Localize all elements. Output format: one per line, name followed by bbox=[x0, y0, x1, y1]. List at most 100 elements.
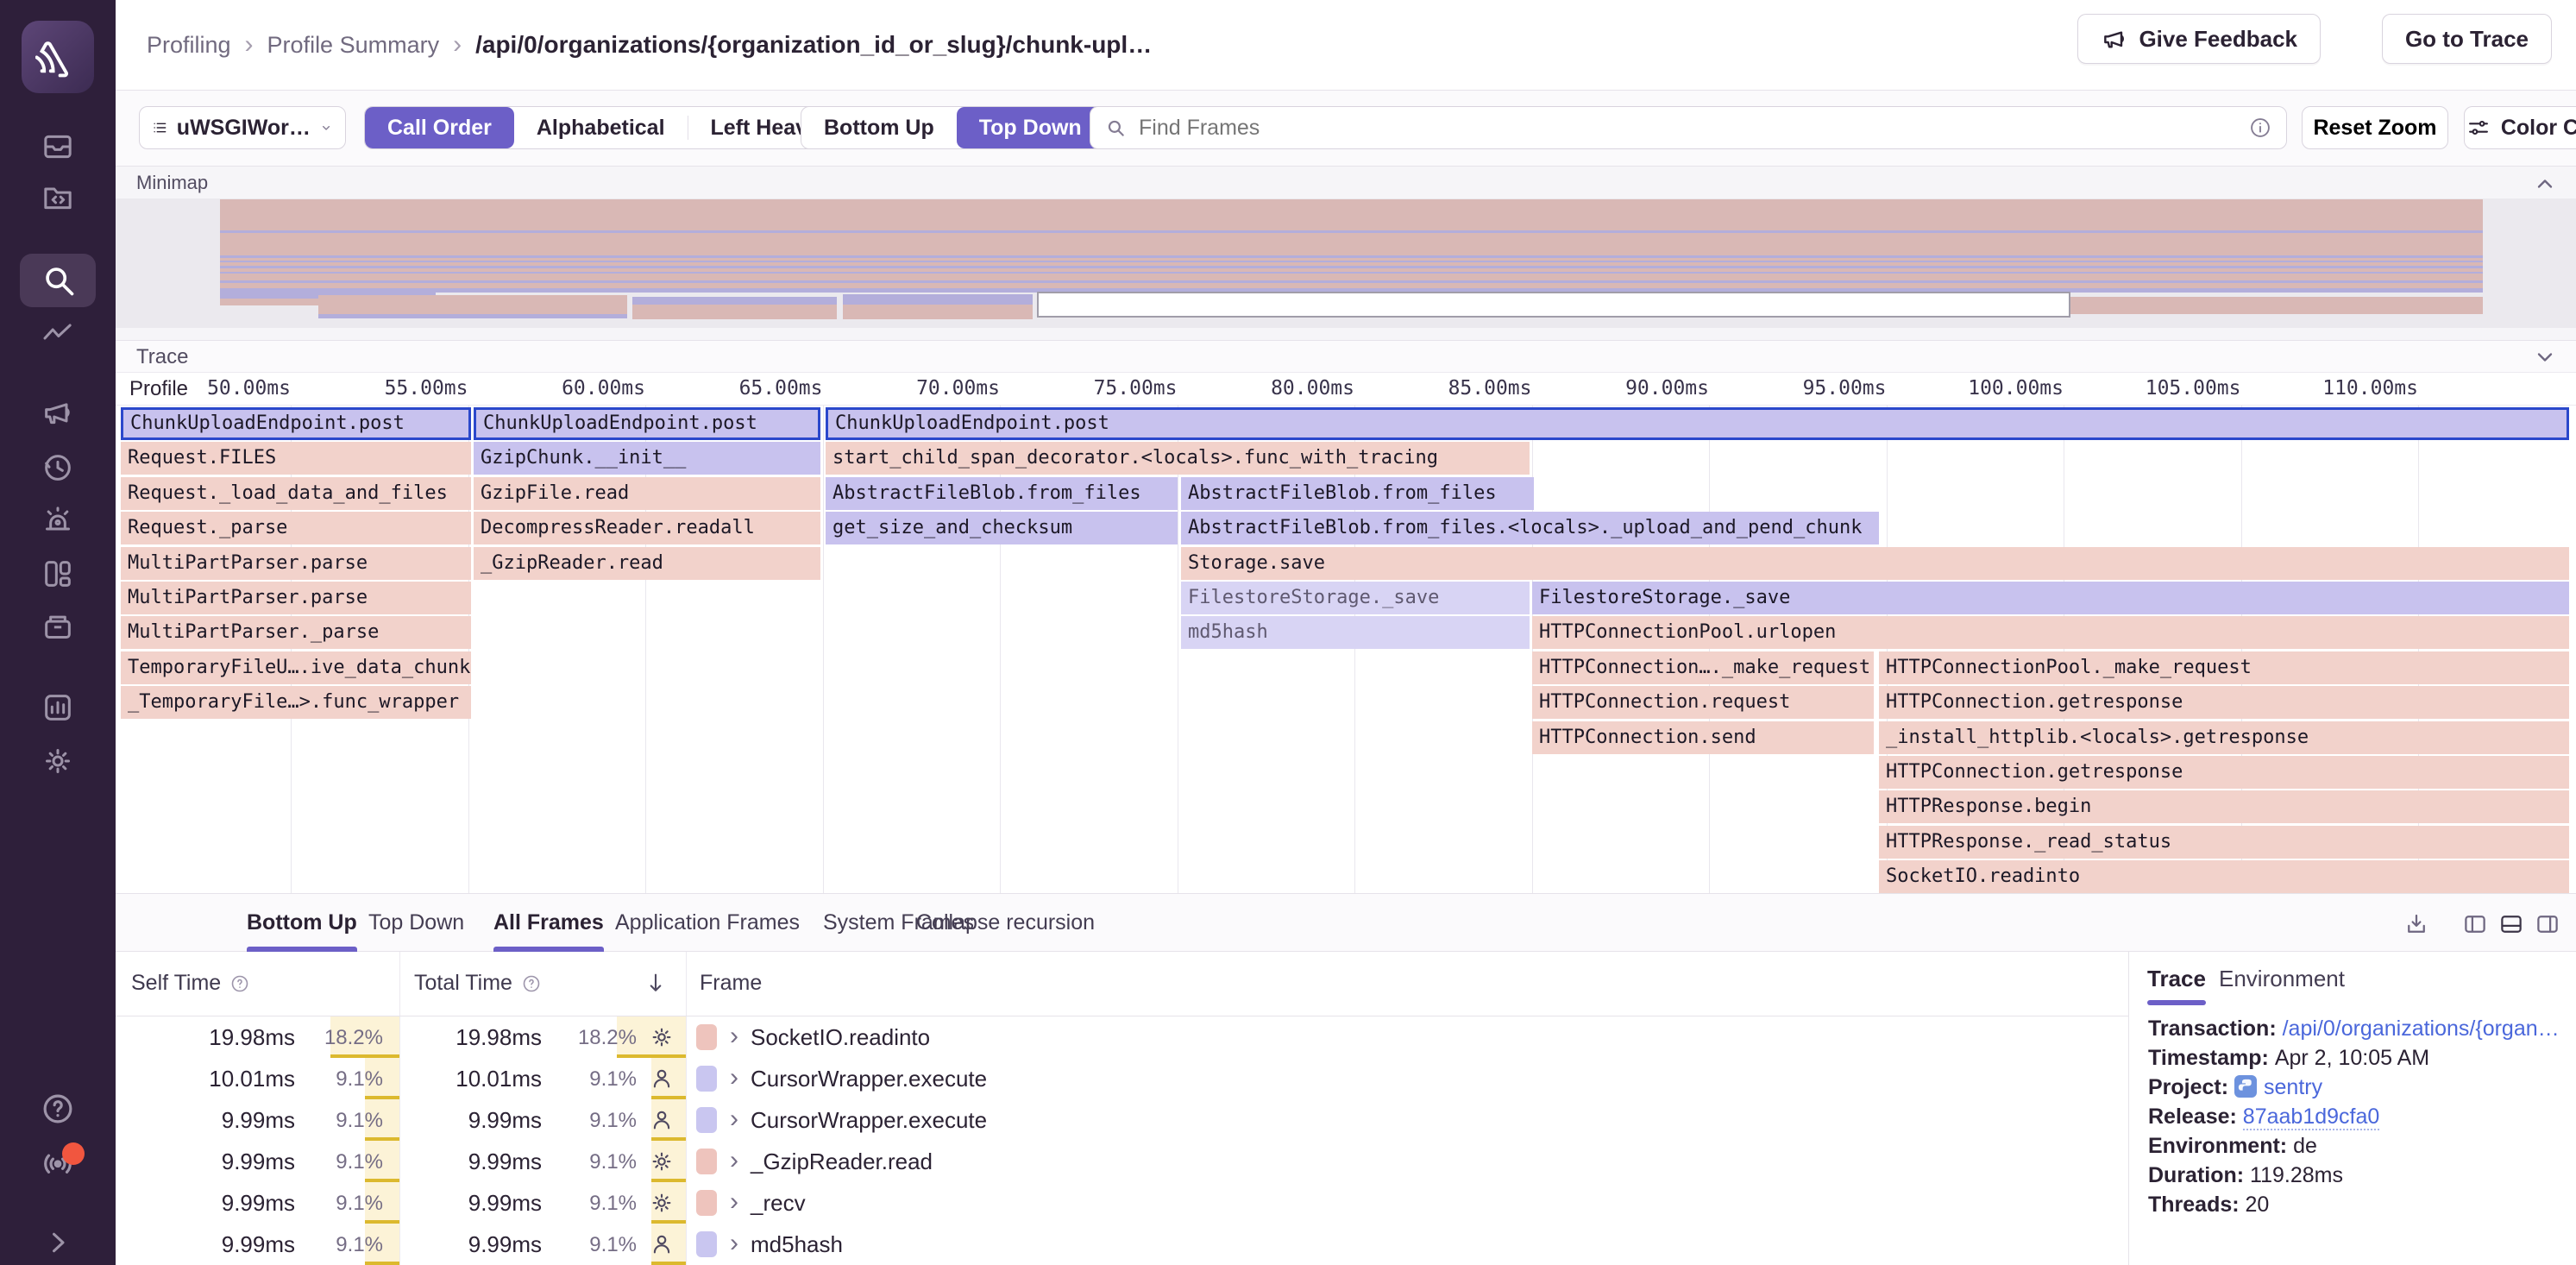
table-row[interactable]: 9.99ms9.1%9.99ms9.1%›md5hash bbox=[116, 1224, 2128, 1265]
flame-frame[interactable]: HTTPResponse.begin bbox=[1879, 790, 2569, 823]
flame-frame[interactable]: GzipChunk.__init__ bbox=[474, 442, 820, 475]
expand-chevron-icon[interactable]: › bbox=[730, 1022, 738, 1051]
breadcrumb-profile-summary[interactable]: Profile Summary bbox=[267, 32, 440, 59]
sort-alphabetical[interactable]: Alphabetical bbox=[514, 107, 688, 148]
sidebar-item-alerts[interactable] bbox=[0, 503, 116, 538]
give-feedback-button[interactable]: Give Feedback bbox=[2077, 14, 2321, 64]
flame-frame[interactable]: TemporaryFileU….ive_data_chunk bbox=[121, 651, 471, 684]
sidebar-item-issues[interactable] bbox=[0, 129, 116, 164]
tab-top-down[interactable]: Top Down bbox=[368, 894, 464, 952]
collapse-recursion-label[interactable]: Collapse recursion bbox=[916, 894, 1095, 952]
sort-descending-icon[interactable] bbox=[644, 971, 668, 995]
flame-frame[interactable]: Request._parse bbox=[121, 512, 471, 544]
dock-bottom-icon[interactable] bbox=[2498, 911, 2524, 937]
flame-frame[interactable]: start_child_span_decorator.<locals>.func… bbox=[826, 442, 1530, 475]
expand-sidebar-chevron-icon[interactable] bbox=[0, 1227, 116, 1258]
expand-chevron-icon[interactable]: › bbox=[730, 1187, 738, 1217]
sentry-logo-icon[interactable] bbox=[22, 21, 94, 93]
sidebar-item-explore[interactable] bbox=[0, 180, 116, 215]
self-time-header[interactable]: Self Time bbox=[131, 971, 250, 996]
table-row[interactable]: 19.98ms18.2%19.98ms18.2%›SocketIO.readin… bbox=[116, 1016, 2128, 1058]
flame-frame[interactable]: SocketIO.readinto bbox=[1879, 860, 2569, 893]
expand-chevron-icon[interactable]: › bbox=[730, 1063, 738, 1092]
search-input[interactable] bbox=[1137, 115, 2238, 142]
total-time-header[interactable]: Total Time bbox=[414, 971, 542, 996]
flame-frame[interactable]: HTTPConnection.getresponse bbox=[1879, 686, 2569, 719]
go-to-trace-button[interactable]: Go to Trace bbox=[2382, 14, 2552, 64]
dock-left-icon[interactable] bbox=[2462, 911, 2488, 937]
flame-frame[interactable]: ChunkUploadEndpoint.post bbox=[474, 407, 820, 440]
table-row[interactable]: 10.01ms9.1%10.01ms9.1%›CursorWrapper.exe… bbox=[116, 1058, 2128, 1099]
sidebar-item-feedback[interactable] bbox=[0, 395, 116, 430]
flame-frame[interactable]: md5hash bbox=[1181, 616, 1530, 649]
flame-frame[interactable]: MultiPartParser._parse bbox=[121, 616, 471, 649]
export-download-icon[interactable] bbox=[2403, 911, 2429, 937]
flame-frame[interactable]: AbstractFileBlob.from_files.<locals>._up… bbox=[1181, 512, 1879, 544]
direction-top-down[interactable]: Top Down bbox=[957, 107, 1104, 148]
flame-frame[interactable]: HTTPConnection.getresponse bbox=[1879, 756, 2569, 789]
detail-value[interactable]: sentry bbox=[2264, 1075, 2322, 1099]
detail-value[interactable]: /api/0/organizations/{organ… bbox=[2283, 1016, 2560, 1041]
thread-selector-dropdown[interactable]: uWSGIWor… bbox=[139, 106, 346, 149]
breadcrumb-profiling[interactable]: Profiling bbox=[147, 32, 231, 59]
flame-frame[interactable]: HTTPResponse._read_status bbox=[1879, 826, 2569, 859]
details-tab-environment[interactable]: Environment bbox=[2219, 952, 2345, 1005]
help-icon[interactable] bbox=[0, 1091, 116, 1127]
flame-frame[interactable]: AbstractFileBlob.from_files bbox=[826, 477, 1178, 510]
sidebar-item-stats[interactable] bbox=[0, 690, 116, 725]
table-row[interactable]: 9.99ms9.1%9.99ms9.1%›_GzipReader.read bbox=[116, 1141, 2128, 1182]
sort-call-order[interactable]: Call Order bbox=[365, 107, 514, 148]
flamegraph[interactable]: ChunkUploadEndpoint.postChunkUploadEndpo… bbox=[116, 406, 2576, 893]
sidebar-item-traces[interactable] bbox=[0, 317, 116, 351]
detail-value[interactable]: 87aab1d9cfa0 bbox=[2243, 1105, 2379, 1130]
sidebar-item-profiling-search[interactable] bbox=[0, 261, 116, 299]
sidebar-item-settings[interactable] bbox=[0, 744, 116, 778]
sidebar-item-replays[interactable] bbox=[0, 450, 116, 485]
minimap-canvas[interactable] bbox=[116, 198, 2576, 328]
flame-frame[interactable]: Request.FILES bbox=[121, 442, 471, 475]
flame-frame[interactable]: MultiPartParser.parse bbox=[121, 582, 471, 614]
flame-frame[interactable]: MultiPartParser.parse bbox=[121, 547, 471, 580]
whats-new-broadcast-icon[interactable] bbox=[0, 1144, 116, 1180]
trace-section-header[interactable]: Trace bbox=[116, 340, 2576, 373]
flame-frame[interactable]: ChunkUploadEndpoint.post bbox=[121, 407, 471, 440]
chevron-up-icon[interactable] bbox=[2533, 172, 2557, 196]
find-frames-search[interactable] bbox=[1090, 106, 2287, 149]
minimap-viewport[interactable] bbox=[1037, 292, 2070, 318]
direction-bottom-up[interactable]: Bottom Up bbox=[801, 107, 957, 148]
flame-frame[interactable]: AbstractFileBlob.from_files bbox=[1181, 477, 1534, 510]
tab-application-frames[interactable]: Application Frames bbox=[615, 894, 800, 952]
expand-chevron-icon[interactable]: › bbox=[730, 1229, 738, 1258]
info-icon[interactable] bbox=[2248, 116, 2272, 140]
expand-chevron-icon[interactable]: › bbox=[730, 1146, 738, 1175]
details-tab-trace[interactable]: Trace bbox=[2147, 952, 2206, 1005]
table-row[interactable]: 9.99ms9.1%9.99ms9.1%›CursorWrapper.execu… bbox=[116, 1099, 2128, 1141]
minimap-header[interactable]: Minimap bbox=[116, 166, 2576, 198]
dock-right-icon[interactable] bbox=[2535, 911, 2560, 937]
flame-frame[interactable]: HTTPConnectionPool.urlopen bbox=[1532, 616, 2569, 649]
flame-frame[interactable]: _TemporaryFile…>.func_wrapper bbox=[121, 686, 471, 719]
flame-frame[interactable]: get_size_and_checksum bbox=[826, 512, 1178, 544]
flame-frame[interactable]: GzipFile.read bbox=[474, 477, 820, 510]
flame-frame[interactable]: Request._load_data_and_files bbox=[121, 477, 471, 510]
flame-frame[interactable]: _GzipReader.read bbox=[474, 547, 820, 580]
flame-frame[interactable]: HTTPConnection.send bbox=[1532, 721, 1874, 754]
sidebar-item-dashboards[interactable] bbox=[0, 557, 116, 591]
flame-frame[interactable]: FilestoreStorage._save bbox=[1532, 582, 2569, 614]
sidebar-item-releases[interactable] bbox=[0, 609, 116, 644]
table-row[interactable]: 9.99ms9.1%9.99ms9.1%›_recv bbox=[116, 1182, 2128, 1224]
flame-frame[interactable]: _install_httplib.<locals>.getresponse bbox=[1879, 721, 2569, 754]
frame-header[interactable]: Frame bbox=[700, 971, 762, 996]
tab-all-frames[interactable]: All Frames bbox=[493, 894, 604, 952]
reset-zoom-button[interactable]: Reset Zoom bbox=[2302, 106, 2448, 149]
flame-frame[interactable]: DecompressReader.readall bbox=[474, 512, 820, 544]
color-coding-dropdown[interactable]: Color Coding bbox=[2464, 106, 2576, 149]
chevron-down-icon[interactable] bbox=[2533, 345, 2557, 369]
flame-frame[interactable]: Storage.save bbox=[1181, 547, 2569, 580]
flame-frame[interactable]: HTTPConnection…._make_request bbox=[1532, 651, 1874, 684]
expand-chevron-icon[interactable]: › bbox=[730, 1105, 738, 1134]
tab-bottom-up[interactable]: Bottom Up bbox=[247, 894, 357, 952]
flame-frame[interactable]: HTTPConnection.request bbox=[1532, 686, 1874, 719]
flame-frame[interactable]: HTTPConnectionPool._make_request bbox=[1879, 651, 2569, 684]
flame-frame[interactable]: FilestoreStorage._save bbox=[1181, 582, 1530, 614]
